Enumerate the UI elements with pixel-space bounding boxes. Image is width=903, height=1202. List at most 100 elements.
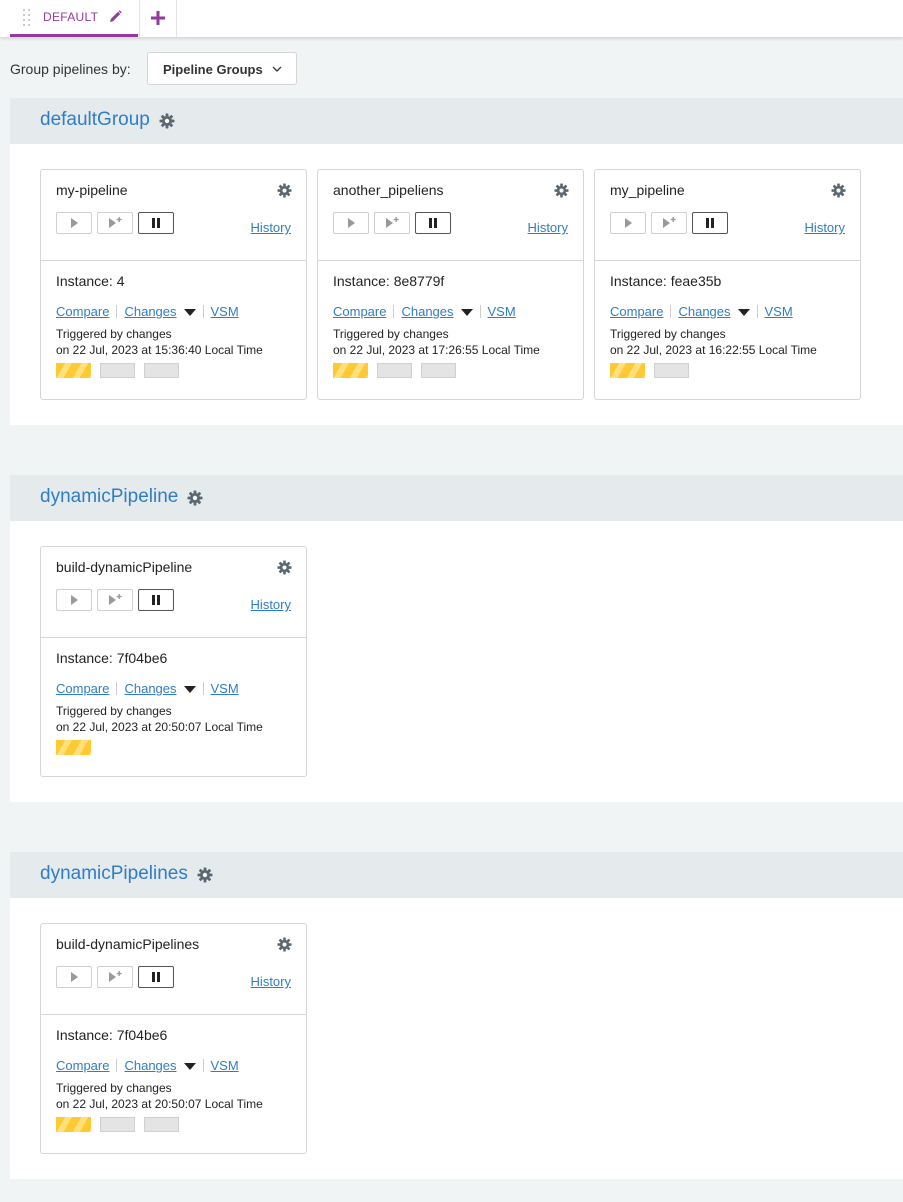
trigger-info: Triggered by changes on 22 Jul, 2023 at 1… <box>333 326 540 358</box>
pipeline-settings-button[interactable] <box>554 183 569 198</box>
changes-link[interactable]: Changes <box>124 681 176 696</box>
compare-link[interactable]: Compare <box>333 304 386 319</box>
group-settings-button[interactable] <box>197 867 213 883</box>
instance-links: Compare Changes VSM <box>333 304 516 320</box>
group-title[interactable]: dynamicPipeline <box>40 486 178 508</box>
vsm-link[interactable]: VSM <box>488 304 516 319</box>
triggered-by-text: Triggered by changes <box>56 704 172 718</box>
trigger-with-options-button[interactable] <box>97 966 133 988</box>
caret-down-icon[interactable] <box>460 309 473 316</box>
tab-default[interactable]: DEFAULT <box>10 0 138 37</box>
drag-handle-icon[interactable] <box>23 9 31 27</box>
pipeline-settings-button[interactable] <box>277 937 292 952</box>
stage-status-unknown[interactable] <box>144 363 179 378</box>
pipeline-card: my-pipeline History Instance: 4 Compare Chan… <box>40 169 307 400</box>
gear-icon <box>277 560 292 575</box>
pipeline-name: another_pipeliens <box>333 182 444 198</box>
vsm-link[interactable]: VSM <box>765 304 793 319</box>
stage-status-building[interactable] <box>56 1117 91 1132</box>
play-with-options-icon <box>109 971 122 982</box>
plus-icon <box>151 11 165 25</box>
stage-status-unknown[interactable] <box>421 363 456 378</box>
pause-button[interactable] <box>415 212 451 234</box>
play-with-options-icon <box>386 217 399 228</box>
card-divider <box>41 260 306 261</box>
trigger-button[interactable] <box>610 212 646 234</box>
stage-status-unknown[interactable] <box>144 1117 179 1132</box>
instance-label: Instance: 7f04be6 <box>56 650 168 666</box>
compare-link[interactable]: Compare <box>56 1058 109 1073</box>
stage-status-building[interactable] <box>333 363 368 378</box>
history-link[interactable]: History <box>251 974 291 989</box>
trigger-with-options-button[interactable] <box>97 212 133 234</box>
trigger-button[interactable] <box>333 212 369 234</box>
trigger-button[interactable] <box>56 966 92 988</box>
compare-link[interactable]: Compare <box>56 681 109 696</box>
vsm-link[interactable]: VSM <box>211 1058 239 1073</box>
history-link[interactable]: History <box>805 220 845 235</box>
pause-button[interactable] <box>138 966 174 988</box>
compare-link[interactable]: Compare <box>56 304 109 319</box>
add-tab-button[interactable] <box>140 0 176 37</box>
trigger-with-options-button[interactable] <box>651 212 687 234</box>
changes-link[interactable]: Changes <box>401 304 453 319</box>
pipeline-settings-button[interactable] <box>277 560 292 575</box>
history-link[interactable]: History <box>251 220 291 235</box>
triggered-by-text: Triggered by changes <box>56 327 172 341</box>
pipeline-group: dynamicPipeline build-dynamicPipeline Hist… <box>10 475 903 802</box>
trigger-with-options-button[interactable] <box>97 589 133 611</box>
instance-links: Compare Changes VSM <box>610 304 793 320</box>
trigger-with-options-button[interactable] <box>374 212 410 234</box>
trigger-button[interactable] <box>56 589 92 611</box>
instance-links: Compare Changes VSM <box>56 304 239 320</box>
stage-status-building[interactable] <box>56 363 91 378</box>
vsm-link[interactable]: VSM <box>211 304 239 319</box>
caret-down-icon[interactable] <box>183 686 196 693</box>
gear-icon <box>831 183 846 198</box>
play-icon <box>71 218 78 228</box>
play-with-options-icon <box>663 217 676 228</box>
pause-button[interactable] <box>692 212 728 234</box>
stage-status-unknown[interactable] <box>100 363 135 378</box>
instance-links: Compare Changes VSM <box>56 1058 239 1074</box>
trigger-button[interactable] <box>56 212 92 234</box>
link-separator <box>393 305 395 318</box>
vsm-link[interactable]: VSM <box>211 681 239 696</box>
group-title[interactable]: defaultGroup <box>40 109 150 131</box>
pipeline-settings-button[interactable] <box>277 183 292 198</box>
card-divider <box>318 260 583 261</box>
pencil-icon[interactable] <box>109 10 122 23</box>
pause-button[interactable] <box>138 589 174 611</box>
gear-icon <box>277 937 292 952</box>
pipeline-settings-button[interactable] <box>831 183 846 198</box>
stage-status-unknown[interactable] <box>377 363 412 378</box>
group-by-dropdown[interactable]: Pipeline Groups <box>147 52 297 85</box>
pause-icon <box>152 595 160 605</box>
stage-status-building[interactable] <box>56 740 91 755</box>
changes-link[interactable]: Changes <box>124 304 176 319</box>
caret-down-icon[interactable] <box>183 1063 196 1070</box>
pause-icon <box>152 972 160 982</box>
stage-status-unknown[interactable] <box>100 1117 135 1132</box>
history-link[interactable]: History <box>528 220 568 235</box>
compare-link[interactable]: Compare <box>610 304 663 319</box>
history-link[interactable]: History <box>251 597 291 612</box>
caret-down-icon[interactable] <box>737 309 750 316</box>
changes-link[interactable]: Changes <box>124 1058 176 1073</box>
group-title[interactable]: dynamicPipelines <box>40 863 188 885</box>
play-icon <box>71 595 78 605</box>
group-settings-button[interactable] <box>159 113 175 129</box>
pipeline-name: build-dynamicPipelines <box>56 936 200 952</box>
stage-status-unknown[interactable] <box>654 363 689 378</box>
instance-label: Instance: 4 <box>56 273 125 289</box>
link-separator <box>202 682 204 695</box>
pause-button[interactable] <box>138 212 174 234</box>
caret-down-icon[interactable] <box>183 309 196 316</box>
stage-status-building[interactable] <box>610 363 645 378</box>
link-separator <box>756 305 758 318</box>
group-settings-button[interactable] <box>187 490 203 506</box>
pause-icon <box>152 218 160 228</box>
pause-icon <box>706 218 714 228</box>
pipeline-group: defaultGroup my-pipeline History Instance: … <box>10 98 903 425</box>
changes-link[interactable]: Changes <box>678 304 730 319</box>
